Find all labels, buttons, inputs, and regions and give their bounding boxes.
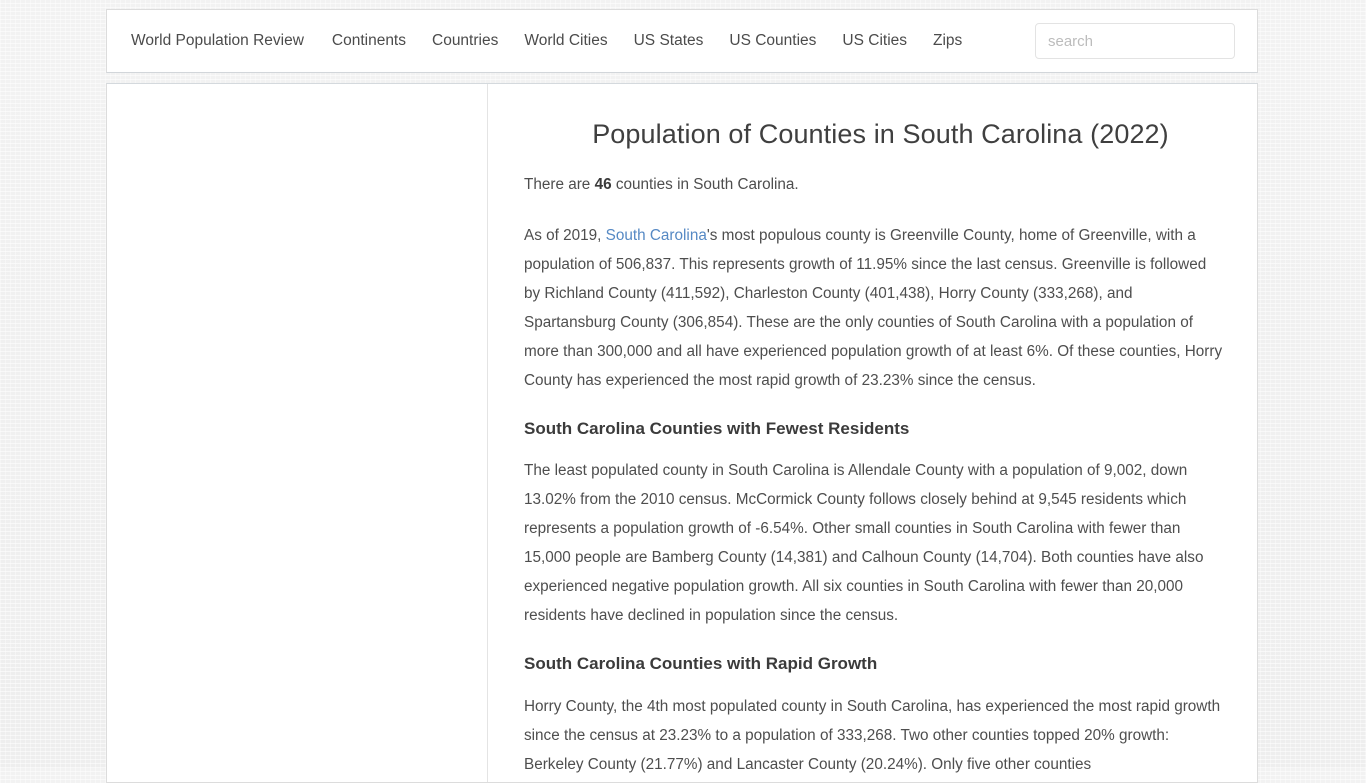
nav-item-us-counties[interactable]: US Counties [729,33,816,49]
intro-text-before: There are [524,176,595,194]
nav-item-world-cities[interactable]: World Cities [524,33,607,49]
heading-rapid-growth: South Carolina Counties with Rapid Growt… [524,654,878,674]
nav-item-world-population-review[interactable]: World Population Review [131,33,304,49]
south-carolina-link[interactable]: South Carolina [606,227,707,244]
nav-item-us-states[interactable]: US States [634,33,704,49]
main-navigation: World Population Review Continents Count… [131,10,962,72]
county-count: 46 [594,176,612,194]
paragraph-most-populous: As of 2019, South Carolina's most populo… [524,221,1224,395]
paragraph-rapid-growth: Horry County, the 4th most populated cou… [524,697,1221,773]
article-content: Population of Counties in South Carolina… [488,84,1257,782]
page-title: Population of Counties in South Carolina… [592,119,1169,149]
nav-item-zips[interactable]: Zips [933,33,962,49]
left-sidebar [107,84,488,782]
intro-paragraph: There are 46 counties in South Carolina. [524,170,1224,199]
heading-fewest-residents: South Carolina Counties with Fewest Resi… [524,419,910,439]
search-input[interactable] [1035,23,1235,59]
site-header: World Population Review Continents Count… [106,9,1258,73]
main-panel: Population of Counties in South Carolina… [106,83,1258,783]
paragraph-fewest-residents: The least populated county in South Caro… [524,462,1204,625]
nav-item-us-cities[interactable]: US Cities [842,33,907,49]
p1-text-before-link: As of 2019, [524,227,606,245]
nav-item-continents[interactable]: Continents [332,33,406,49]
nav-item-countries[interactable]: Countries [432,33,498,49]
search-container [1035,23,1235,59]
p1-text-after-link: 's most populous county is Greenville Co… [524,227,1223,390]
intro-text-after: counties in South Carolina. [611,176,799,194]
